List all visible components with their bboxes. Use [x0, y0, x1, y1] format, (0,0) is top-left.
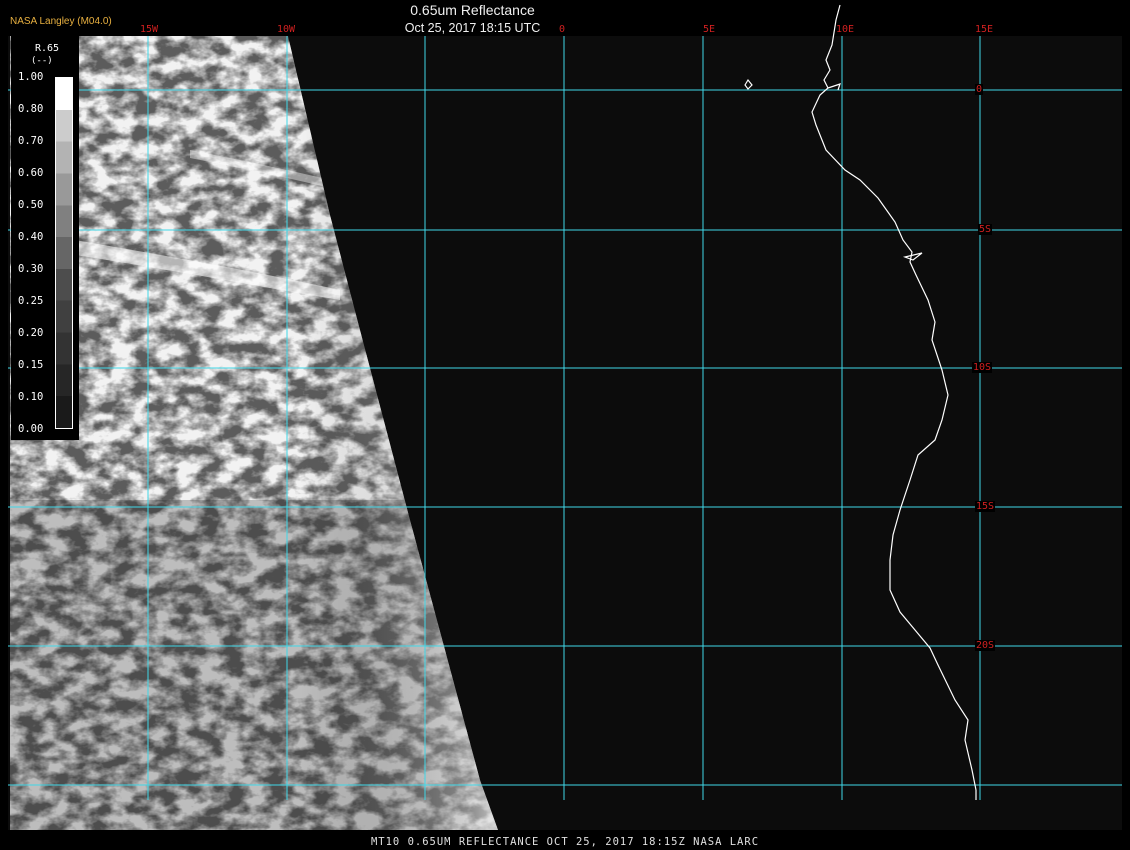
lon-label: 10E [836, 24, 855, 35]
legend-color-bar [55, 77, 73, 429]
image-title: 0.65um Reflectance [410, 2, 535, 18]
legend-tick-label: 0.40 [18, 231, 44, 243]
legend-variable: R.65 [35, 43, 60, 54]
satellite-map [0, 0, 1130, 850]
legend-tick-label: 0.50 [18, 199, 44, 211]
legend-tick-label: 0.20 [18, 327, 44, 339]
legend-tick-label: 0.30 [18, 263, 44, 275]
lat-label: 15S [975, 501, 996, 512]
lat-label: 10S [972, 362, 993, 373]
lat-label: 5S [978, 224, 993, 235]
legend-tick-label: 0.00 [18, 423, 44, 435]
lat-label: 20S [975, 640, 996, 651]
lon-label: 15E [975, 24, 994, 35]
footer-caption: MT10 0.65UM REFLECTANCE OCT 25, 2017 18:… [370, 836, 760, 848]
legend-unit: (--) [31, 56, 53, 66]
legend-tick-label: 0.25 [18, 295, 44, 307]
lon-label: 10W [277, 24, 296, 35]
legend-tick-label: 0.70 [18, 135, 44, 147]
lon-label: 0 [559, 24, 566, 35]
legend-tick-label: 0.60 [18, 167, 44, 179]
lon-label: 15W [140, 24, 159, 35]
legend-tick-label: 1.00 [18, 71, 44, 83]
legend-tick-label: 0.15 [18, 359, 44, 371]
color-scale-legend: R.65 (--) 1.00 0.80 0.70 0.60 0.50 0.40 0.30 0.… [11, 35, 79, 440]
lat-label: 0 [975, 84, 984, 95]
lon-label: 5E [703, 24, 716, 35]
legend-tick-label: 0.80 [18, 103, 44, 115]
legend-tick-label: 0.10 [18, 391, 44, 403]
